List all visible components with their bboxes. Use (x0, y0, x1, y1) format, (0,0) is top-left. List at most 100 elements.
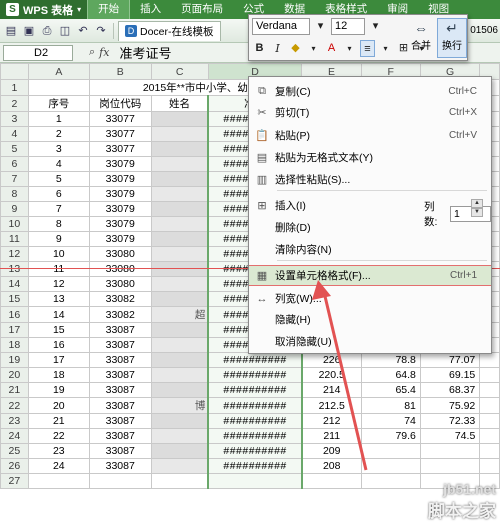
context-menu-item[interactable]: 隐藏(H) (249, 309, 491, 330)
font-color-icon[interactable]: A (324, 40, 339, 57)
cell-position-code[interactable]: 33087 (88, 397, 152, 414)
cell-serial[interactable]: 11 (27, 261, 90, 277)
context-menu-item[interactable]: ✂ 剪切(T) Ctrl+X (249, 102, 491, 123)
row-header[interactable]: 13 (0, 261, 29, 277)
cell-exam-number[interactable]: ########## (207, 367, 303, 383)
cell-a1[interactable] (27, 79, 90, 96)
cell-name-redacted[interactable] (150, 382, 209, 398)
font-color-dropdown-icon[interactable]: ▾ (342, 40, 357, 57)
cell[interactable] (479, 428, 500, 444)
row-header[interactable]: 1 (0, 79, 29, 96)
column-header[interactable]: A (27, 63, 90, 80)
cell[interactable] (301, 473, 362, 489)
context-menu-item[interactable]: 📋 粘贴(P) Ctrl+V (249, 125, 491, 146)
cell-position-code[interactable]: 33077 (88, 126, 152, 142)
menu-tab[interactable]: 开始 (87, 0, 131, 19)
cell-serial[interactable]: 9 (27, 231, 90, 247)
context-menu-item[interactable]: ▥ 选择性粘贴(S)... (249, 169, 491, 190)
cell-name-redacted[interactable] (150, 322, 209, 338)
italic-button[interactable]: I (270, 40, 285, 57)
cell-score-e[interactable]: 208 (301, 458, 362, 474)
context-menu-item[interactable]: ▦ 设置单元格格式(F)... Ctrl+1 (249, 265, 491, 286)
undo-icon[interactable]: ↶ (75, 23, 91, 39)
cell-serial[interactable]: 12 (27, 276, 90, 292)
cell-position-code[interactable]: 33080 (88, 246, 152, 262)
cell[interactable] (150, 473, 209, 489)
cell-serial[interactable]: 19 (27, 382, 90, 398)
row-header[interactable]: 18 (0, 337, 29, 353)
cell-name-redacted[interactable] (150, 171, 209, 187)
cell-serial[interactable]: 13 (27, 291, 90, 307)
cell-score-g[interactable]: 72.33 (419, 413, 481, 429)
cell[interactable] (479, 458, 500, 474)
cell-name-redacted[interactable] (150, 201, 209, 217)
cell-position-code[interactable]: 33087 (88, 458, 152, 474)
cell-serial[interactable]: 15 (27, 322, 90, 338)
cell-exam-number[interactable]: ########## (207, 382, 303, 398)
cell-score-g[interactable] (419, 443, 481, 459)
cell-score-g[interactable]: 69.15 (419, 367, 481, 383)
row-header[interactable]: 21 (0, 382, 29, 398)
app-menu-button[interactable]: S WPS 表格 ▾ (0, 0, 88, 19)
cell-name-redacted[interactable] (150, 367, 209, 383)
context-menu-item[interactable]: ↔ 列宽(W)... (249, 288, 491, 309)
fill-color-dropdown-icon[interactable]: ▾ (306, 40, 321, 57)
fill-color-icon[interactable]: ◆ (288, 40, 303, 57)
cell[interactable] (360, 473, 421, 489)
cell-name-redacted[interactable] (150, 156, 209, 172)
cell-serial[interactable]: 14 (27, 306, 90, 323)
cell-serial[interactable]: 10 (27, 246, 90, 262)
print-icon[interactable]: ⎙ (39, 23, 55, 39)
cell[interactable] (479, 352, 500, 368)
cell-exam-number[interactable]: ########## (207, 428, 303, 444)
row-header[interactable]: 10 (0, 216, 29, 232)
row-header[interactable]: 2 (0, 95, 29, 112)
cell-score-f[interactable]: 74 (360, 413, 421, 429)
cell[interactable] (88, 473, 152, 489)
column-title-cell[interactable]: 岗位代码 (88, 95, 152, 112)
cell-name-redacted[interactable] (150, 413, 209, 429)
row-header[interactable]: 23 (0, 413, 29, 429)
row-header[interactable]: 5 (0, 141, 29, 157)
column-header[interactable]: B (88, 63, 152, 80)
cell-name-redacted[interactable] (150, 261, 209, 277)
cell-name-redacted[interactable] (150, 458, 209, 474)
cell-position-code[interactable]: 33079 (88, 156, 152, 172)
cell-score-g[interactable]: 77.07 (419, 352, 481, 368)
cell-serial[interactable]: 17 (27, 352, 90, 368)
cell-score-f[interactable]: 78.8 (360, 352, 421, 368)
cell-position-code[interactable]: 33087 (88, 413, 152, 429)
cell-serial[interactable]: 2 (27, 126, 90, 142)
cell-name-redacted[interactable] (150, 246, 209, 262)
wrap-text-button[interactable]: ↵ 换行 (437, 18, 467, 58)
context-menu-item[interactable]: 清除内容(N) (249, 239, 491, 260)
cell-name-redacted[interactable] (150, 276, 209, 292)
formula-input[interactable]: 准考证号 (119, 43, 171, 62)
cell[interactable] (27, 473, 90, 489)
cell-score-e[interactable]: 211 (301, 428, 362, 444)
row-header[interactable]: 20 (0, 367, 29, 383)
cell-position-code[interactable]: 33087 (88, 322, 152, 338)
cell-score-f[interactable]: 81 (360, 397, 421, 414)
cell-position-code[interactable]: 33079 (88, 186, 152, 202)
cell-score-f[interactable] (360, 458, 421, 474)
cell-serial[interactable]: 8 (27, 216, 90, 232)
cell-serial[interactable]: 7 (27, 201, 90, 217)
bold-button[interactable]: B (252, 40, 267, 57)
cell-exam-number[interactable]: ########## (207, 352, 303, 368)
context-menu-item[interactable]: ⊞ 插入(I) (249, 195, 491, 216)
cell-serial[interactable]: 6 (27, 186, 90, 202)
align-center-icon[interactable]: ≡ (360, 39, 375, 57)
font-dropdown-icon[interactable]: ▾ (313, 18, 328, 35)
cell-serial[interactable]: 1 (27, 111, 90, 127)
font-size-select[interactable]: 12 (331, 17, 365, 35)
context-menu-item[interactable]: 删除(D) (249, 217, 491, 238)
cell[interactable] (479, 382, 500, 398)
context-menu-item[interactable]: ⧉ 复制(C) Ctrl+C (249, 81, 491, 102)
cell-serial[interactable]: 24 (27, 458, 90, 474)
menu-tab[interactable]: 页面布局 (171, 0, 233, 19)
cell-name-redacted[interactable] (150, 111, 209, 127)
cell-serial[interactable]: 3 (27, 141, 90, 157)
cell-exam-number[interactable]: ########## (207, 443, 303, 459)
cell-name-redacted[interactable] (150, 216, 209, 232)
